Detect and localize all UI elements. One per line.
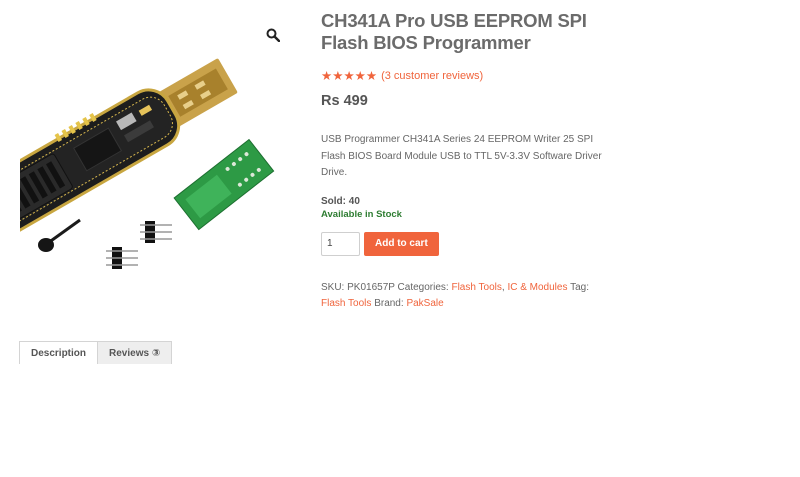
tag-label: Tag: (570, 281, 589, 293)
brand-link-paksale[interactable]: PakSale (406, 298, 443, 309)
star-icon: ★ (365, 69, 378, 83)
tab-description[interactable]: Description (19, 341, 99, 364)
sold-count: Sold: 40 (321, 195, 360, 207)
quantity-input[interactable] (321, 231, 360, 256)
sku-value: PK01657P (347, 281, 395, 293)
star-icon: ★ (343, 69, 355, 83)
category-separator: , (501, 281, 505, 293)
star-icon: ★ (321, 69, 333, 83)
product-price: Rs 499 (321, 93, 368, 109)
add-to-cart-form: Add to cart (321, 231, 611, 256)
category-link-ic-modules[interactable]: IC & Modules (507, 282, 567, 293)
categories-label: Categories: (397, 281, 449, 293)
add-to-cart-button[interactable]: Add to cart (364, 231, 439, 256)
tag-link-flash-tools[interactable]: Flash Tools (321, 298, 371, 309)
product-rating: ★ ★ ★ ★ ★ (3 customer reviews) (321, 69, 611, 83)
product-meta: SKU: PK01657P Categories: Flash Tools, I… (321, 280, 606, 312)
product-tabs: Description Reviews ③ (19, 341, 173, 364)
ch341a-programmer-image (0, 58, 275, 269)
star-icon: ★ (332, 69, 344, 83)
product-title: CH341A Pro USB EEPROM SPI Flash BIOS Pro… (321, 10, 587, 53)
tab-reviews[interactable]: Reviews ③ (98, 341, 173, 364)
magnifier-icon (266, 28, 280, 42)
zoom-button[interactable] (260, 22, 286, 48)
product-summary: CH341A Pro USB EEPROM SPI Flash BIOS Pro… (321, 10, 611, 312)
star-icon: ★ (354, 69, 366, 83)
sku-label: SKU: (321, 281, 345, 293)
stock-status: Available in Stock (321, 208, 402, 220)
brand-label: Brand: (374, 297, 404, 309)
category-link-flash-tools[interactable]: Flash Tools (451, 282, 501, 293)
short-description: USB Programmer CH341A Series 24 EEPROM W… (321, 134, 602, 178)
customer-reviews-link[interactable]: (3 customer reviews) (381, 70, 483, 82)
product-image[interactable] (0, 15, 295, 305)
star-rating: ★ ★ ★ ★ ★ (321, 69, 377, 83)
